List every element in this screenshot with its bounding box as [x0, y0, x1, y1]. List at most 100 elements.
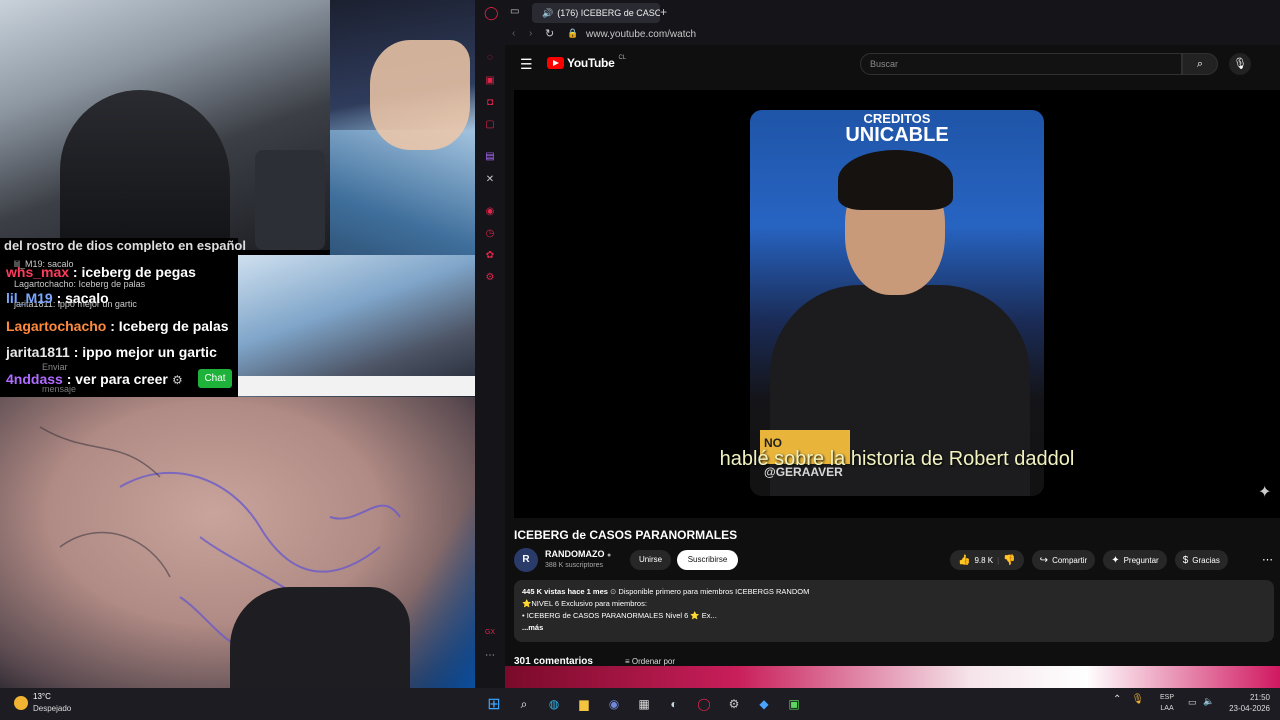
volume-icon[interactable]: 🔈: [1203, 696, 1214, 707]
like-icon[interactable]: 👍: [958, 555, 970, 566]
channel-watermark-icon[interactable]: ✦: [1258, 482, 1271, 502]
steam-icon[interactable]: ◐: [663, 693, 685, 715]
region-code: CL: [618, 55, 627, 61]
chat-message: 4nddass : ver para creer: [6, 371, 168, 387]
settings-icon[interactable]: ⚙: [723, 693, 745, 715]
history-icon[interactable]: ◷: [484, 228, 496, 240]
reload-icon[interactable]: ↻: [545, 27, 554, 40]
url-field[interactable]: www.youtube.com/watch: [586, 29, 696, 40]
mic-icon[interactable]: 🎙: [1229, 53, 1251, 75]
channel-name[interactable]: RANDOMAZO ●: [545, 549, 611, 559]
share-button[interactable]: ↪ Compartir: [1031, 550, 1096, 570]
sidebar-aria-icon[interactable]: ◌: [484, 52, 496, 64]
gx-icon[interactable]: GX: [484, 627, 496, 639]
chat-button[interactable]: Chat: [198, 369, 232, 388]
divider: |: [997, 555, 1000, 565]
video-frame: CREDITOS UNICABLE NO @GERAAVER: [750, 110, 1044, 496]
search-button[interactable]: ⌕: [1182, 53, 1218, 75]
youtube-logo[interactable]: YouTube CL: [547, 55, 627, 70]
sidebar-bag-icon[interactable]: ▣: [484, 75, 496, 87]
more-actions-icon[interactable]: ⋯: [1262, 553, 1273, 566]
microphone-icon[interactable]: 🎙: [1131, 694, 1144, 705]
forward-icon[interactable]: ›: [529, 28, 532, 39]
hamburger-menu-icon[interactable]: ☰: [520, 56, 533, 73]
file-explorer-icon[interactable]: ▆: [573, 693, 595, 715]
like-count: 9.8 K: [974, 555, 994, 565]
weather-moon-icon[interactable]: [14, 696, 28, 710]
thanks-button[interactable]: $ Gracias: [1174, 550, 1228, 570]
show-more-link[interactable]: ...más: [522, 622, 1266, 634]
subscribe-button[interactable]: Suscribirse: [677, 550, 738, 570]
extensions-icon[interactable]: ✿: [484, 250, 496, 262]
sort-button[interactable]: ≡ Ordenar por: [625, 657, 675, 666]
speaker-icon[interactable]: 🔊: [542, 8, 553, 19]
overlay-strip: [238, 376, 475, 396]
calculator-icon[interactable]: ▦: [633, 693, 655, 715]
search-placeholder: Buscar: [870, 59, 899, 69]
windows-start-icon[interactable]: ⊞: [483, 693, 505, 715]
upload-date: hace 1 mes: [567, 587, 608, 596]
video-player[interactable]: CREDITOS UNICABLE NO @GERAAVER hablé sob…: [514, 90, 1280, 518]
chat-message: Lagartochacho : Iceberg de palas: [6, 318, 229, 334]
taskbar-apps: ⊞ ⌕ ◍ ▆ ◉ ▦ ◐ ◯ ⚙ ◆ ▣: [483, 693, 805, 715]
discord-icon[interactable]: ◉: [603, 693, 625, 715]
dislike-icon[interactable]: 👎: [1003, 555, 1015, 566]
stream-top: del rostro de dios completo en español l…: [0, 0, 475, 397]
ask-button[interactable]: ✦ Preguntar: [1103, 550, 1167, 570]
playlist-name[interactable]: ICEBERGS RANDOM: [735, 587, 809, 596]
verified-icon: ●: [607, 552, 612, 559]
tab-island-icon[interactable]: ▭: [510, 6, 519, 17]
tab-bar: ▭ 🔊 (176) ICEBERG de CASOS +: [505, 0, 1280, 25]
message-label: mensaje: [42, 384, 77, 394]
language-indicator[interactable]: ESP LAA: [1160, 692, 1174, 714]
new-tab-button[interactable]: +: [660, 5, 667, 19]
x-icon[interactable]: ✕: [484, 174, 496, 186]
chat-username: jarita1811: [6, 344, 70, 360]
credits-overlay: CREDITOS UNICABLE: [750, 112, 1044, 145]
video-subtitle: hablé sobre la historia de Robert daddol: [719, 448, 1075, 470]
chat-cut-line: del rostro de dios completo en español: [4, 238, 246, 252]
network-icon[interactable]: ▭: [1188, 697, 1197, 708]
sparkle-icon: ✦: [1111, 554, 1120, 566]
opera-logo-icon[interactable]: ◯: [484, 6, 499, 19]
sort-icon: ≡: [625, 657, 630, 666]
android-icon[interactable]: ▣: [783, 693, 805, 715]
player-icon[interactable]: ◉: [484, 206, 496, 218]
settings-icon[interactable]: ⚙: [484, 272, 496, 284]
app-icon[interactable]: ◆: [753, 693, 775, 715]
opera-gx-icon[interactable]: ◯: [693, 693, 715, 715]
channel-avatar[interactable]: R: [514, 548, 538, 572]
tray-chevron-icon[interactable]: ⌃: [1113, 694, 1121, 705]
chat-text: : ippo mejor un gartic: [69, 344, 217, 360]
chat-user: Lagartochacho: [14, 279, 74, 289]
chat-message: jarita1811 : ippo mejor un gartic: [6, 344, 217, 360]
description-line3[interactable]: • ICEBERG de CASOS PARANORMALES Nivel 6 …: [522, 610, 1266, 622]
thanks-icon: $: [1182, 554, 1189, 566]
share-label: Compartir: [1052, 555, 1088, 565]
clock[interactable]: 21:50 23-04-2026: [1222, 692, 1270, 714]
video-description[interactable]: 445 K vistas hace 1 mes ⊙ Disponible pri…: [514, 580, 1274, 642]
search-input[interactable]: Buscar: [860, 53, 1182, 75]
temperature[interactable]: 13°C: [33, 692, 51, 701]
lock-icon[interactable]: 🔒: [567, 28, 578, 39]
stream-tattoo-cam: [0, 397, 475, 688]
channel-name-text: RANDOMAZO: [545, 549, 605, 559]
sidebar-instagram-icon[interactable]: ▢: [484, 119, 496, 131]
weather-description[interactable]: Despejado: [33, 704, 71, 713]
join-button[interactable]: Unirse: [630, 550, 671, 570]
tab-youtube[interactable]: 🔊 (176) ICEBERG de CASOS: [532, 3, 660, 23]
share-icon: ↪: [1039, 554, 1049, 566]
more-icon[interactable]: ⋯: [484, 650, 496, 662]
edge-icon[interactable]: ◍: [543, 693, 565, 715]
chat-settings-icon[interactable]: ⚙: [172, 373, 183, 387]
chat-text: : sacalo: [52, 290, 109, 306]
sidebar-messenger-icon[interactable]: ◘: [484, 97, 496, 109]
chair: [255, 150, 325, 250]
sort-label: Ordenar por: [631, 657, 676, 666]
chat-text: : iceberg de pegas: [69, 264, 196, 280]
twitch-icon[interactable]: ▤: [484, 151, 496, 163]
back-icon[interactable]: ‹: [512, 28, 515, 39]
search-icon[interactable]: ⌕: [513, 693, 535, 715]
like-dislike-button[interactable]: 👍 9.8 K | 👎: [950, 550, 1024, 570]
webcam-feed: [0, 0, 330, 250]
